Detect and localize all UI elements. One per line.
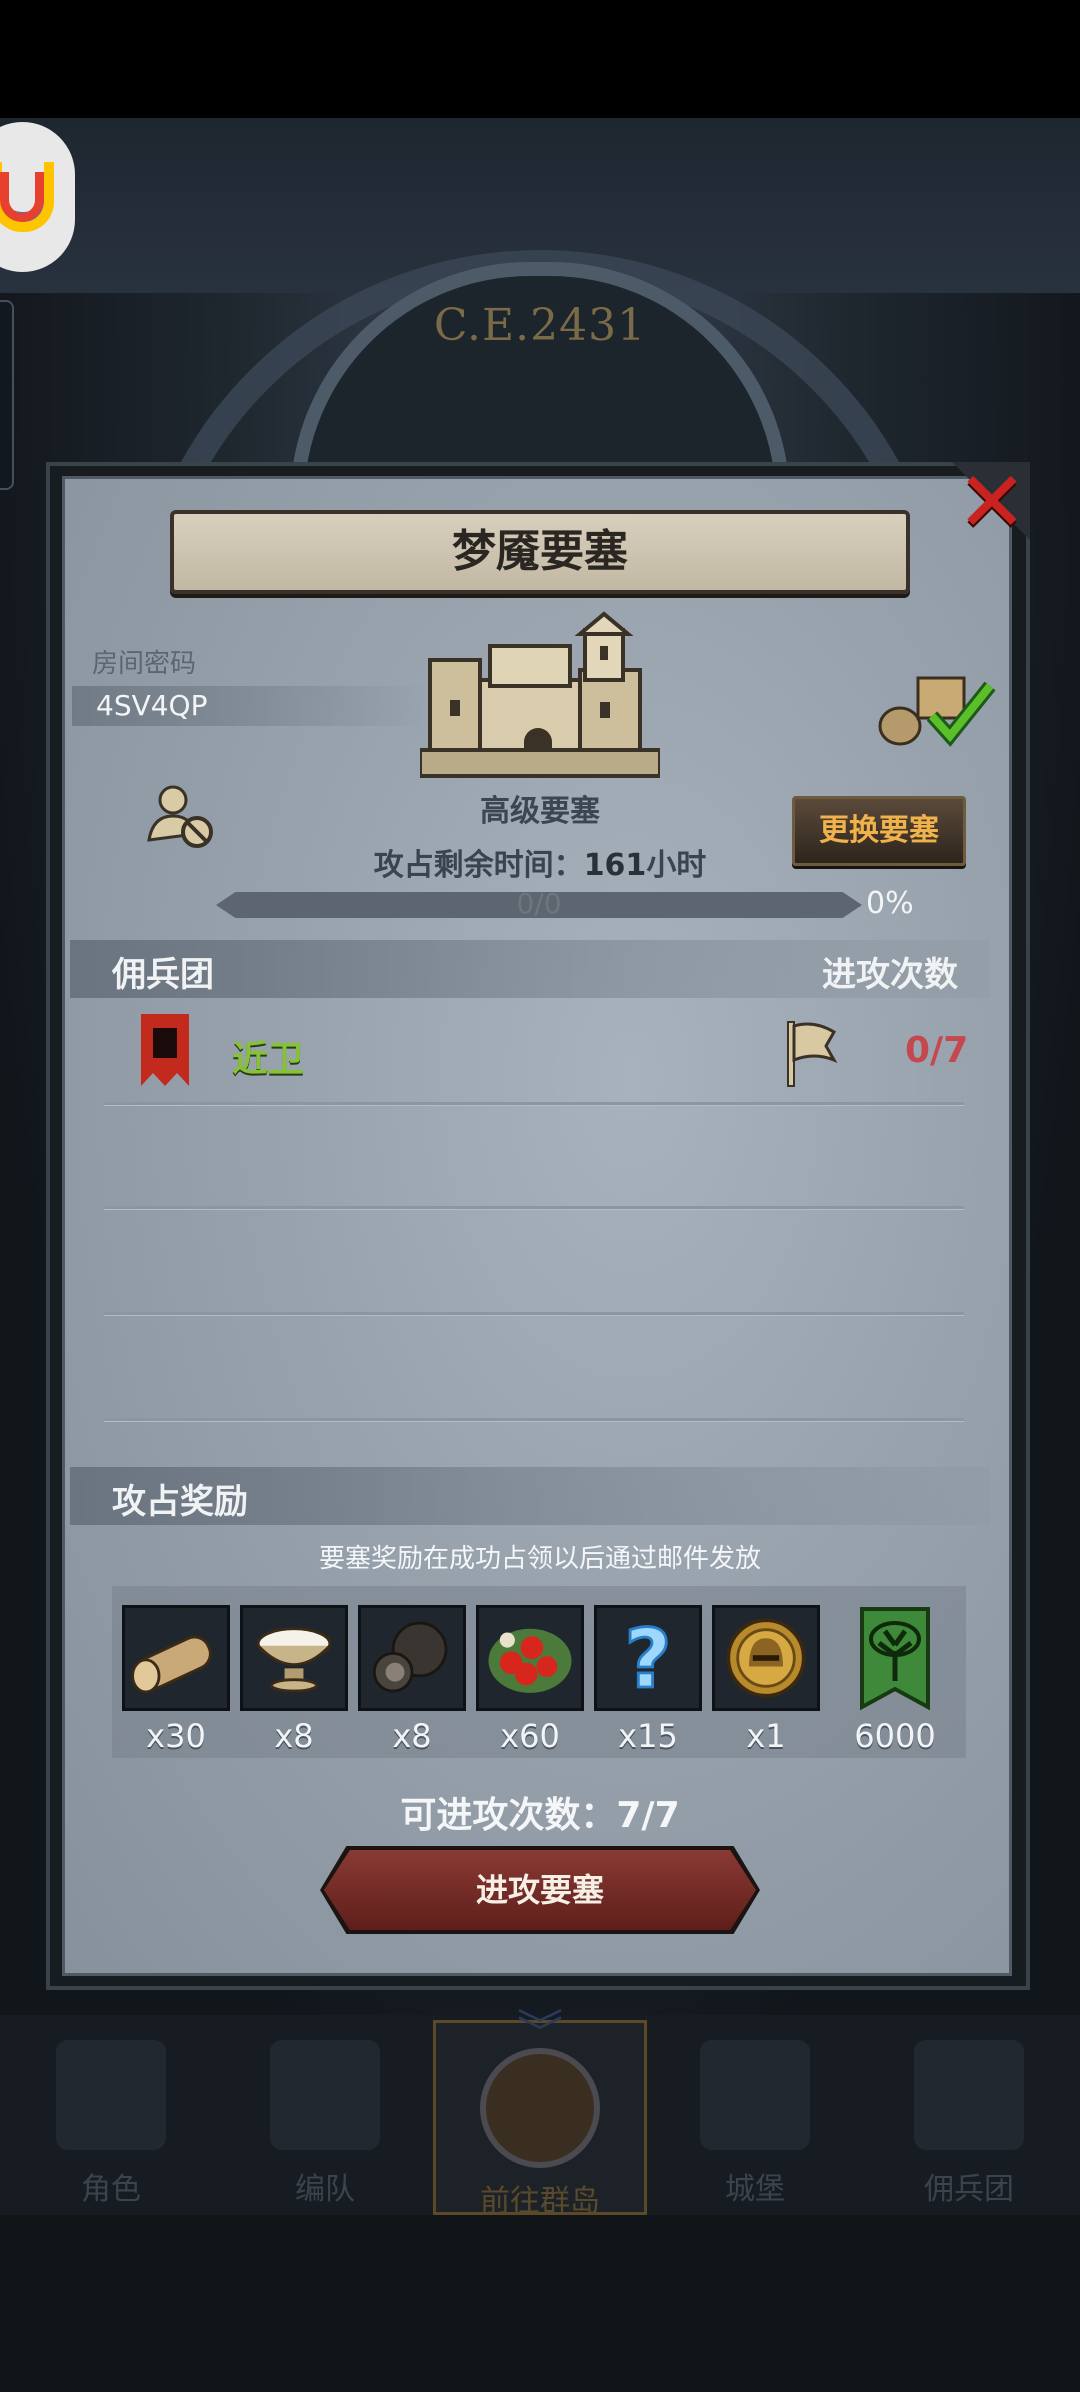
rewards-header: 攻占奖励 <box>112 1482 248 1522</box>
reward-amount: x1 <box>746 1717 786 1755</box>
nav-label: 角色 <box>81 2172 141 2207</box>
flag-icon <box>787 1021 838 1087</box>
nav-label: 前往群岛 <box>480 2184 600 2219</box>
nav-item-mercenary[interactable]: 佣兵团 <box>864 2030 1074 2210</box>
reward-amount: x8 <box>392 1717 432 1755</box>
row-divider <box>104 1206 964 1209</box>
available-attacks-label: 可进攻次数： <box>400 1795 617 1836</box>
occupy-time-value: 161 <box>583 848 647 883</box>
berries-icon <box>476 1605 584 1711</box>
reward-item[interactable]: x60 <box>474 1605 586 1755</box>
nav-label: 编队 <box>295 2172 355 2207</box>
knight-icon <box>56 2040 166 2150</box>
milk-bowl-icon <box>240 1605 348 1711</box>
progress-count: 0/0 <box>516 887 562 920</box>
helmet-icon <box>270 2040 380 2150</box>
floating-app-badge[interactable] <box>0 122 75 272</box>
app-logo-inner-icon <box>0 172 44 222</box>
reward-item[interactable]: x8 <box>356 1605 468 1755</box>
reward-amount: x30 <box>146 1717 206 1755</box>
mercenary-attacks: 0/7 <box>905 1030 969 1071</box>
nav-label: 佣兵团 <box>924 2172 1014 2207</box>
system-nav-bar <box>0 2215 1080 2392</box>
nav-label: 城堡 <box>725 2172 785 2207</box>
svg-text:?: ? <box>624 1613 671 1707</box>
truffle-icon <box>358 1605 466 1711</box>
island-compass-icon <box>480 2048 600 2168</box>
dialog-title: 梦魇要塞 <box>452 526 628 577</box>
mercenary-icon <box>914 2040 1024 2150</box>
reward-item[interactable]: ? x15 <box>592 1605 704 1755</box>
wood-log-icon <box>122 1605 230 1711</box>
reward-amount: x15 <box>618 1717 678 1755</box>
nav-item-character[interactable]: 角色 <box>6 2030 216 2210</box>
tower-icon <box>153 1028 177 1058</box>
available-attacks-value: 7/7 <box>616 1795 680 1836</box>
occupy-time-label: 攻占剩余时间： <box>373 848 584 883</box>
nav-item-castle[interactable]: 城堡 <box>650 2030 860 2210</box>
reward-item[interactable]: x30 <box>120 1605 232 1755</box>
rewards-note: 要塞奖励在成功占领以后通过邮件发放 <box>318 1544 761 1574</box>
castle-icon <box>700 2040 810 2150</box>
change-fortress-button[interactable]: 更换要塞 <box>792 796 966 866</box>
available-attacks: 可进攻次数：7/7 <box>330 1786 750 1838</box>
mercenary-header: 佣兵团 <box>112 955 214 995</box>
close-icon[interactable]: ✕ <box>952 460 1032 544</box>
reward-item[interactable]: x1 <box>710 1605 822 1755</box>
attack-fortress-button[interactable]: 进攻要塞 <box>324 1850 756 1930</box>
helmet-medal-icon <box>712 1605 820 1711</box>
user-blocked-icon[interactable] <box>145 780 217 852</box>
attack-count-header: 进攻次数 <box>822 955 958 995</box>
nav-item-formation[interactable]: 编队 <box>220 2030 430 2210</box>
reward-amount: x60 <box>500 1717 560 1755</box>
room-password-label: 房间密码 <box>92 649 197 679</box>
fortress-grade: 高级要塞 <box>480 794 600 829</box>
status-bar <box>0 0 1080 118</box>
row-divider <box>104 1102 964 1105</box>
reward-item[interactable]: x8 <box>238 1605 350 1755</box>
guild-banner-icon <box>141 1014 189 1086</box>
supply-check-icon[interactable] <box>878 670 998 750</box>
occupy-time: 攻占剩余时间：161小时 <box>300 840 780 884</box>
room-password-value: 4SV4QP <box>72 686 432 726</box>
row-divider <box>104 1418 964 1421</box>
occupy-time-unit: 小时 <box>646 848 707 883</box>
era-label: C.E.2431 <box>433 300 647 351</box>
reward-item[interactable]: 6000 <box>840 1605 950 1755</box>
reward-amount: x8 <box>274 1717 314 1755</box>
side-drawer-handle[interactable] <box>0 300 14 490</box>
reward-amount: 6000 <box>854 1717 936 1755</box>
row-divider <box>104 1312 964 1315</box>
green-tree-banner-icon <box>840 1605 950 1711</box>
progress-percent: 0% <box>866 886 914 921</box>
blue-question-mark-icon: ? <box>594 1605 702 1711</box>
mercenary-name: 近卫 <box>232 1039 305 1080</box>
chevron-down-icon: ︾ <box>517 2005 563 2059</box>
fortress-castle-icon <box>420 611 660 778</box>
